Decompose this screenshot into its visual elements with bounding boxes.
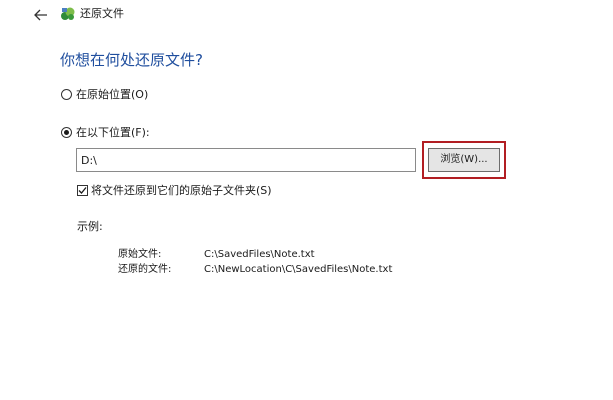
example-row-restored: 还原的文件: C:\NewLocation\C\SavedFiles\Note.… <box>118 263 392 277</box>
example-row-original: 原始文件: C:\SavedFiles\Note.txt <box>118 248 315 262</box>
example-value: C:\NewLocation\C\SavedFiles\Note.txt <box>204 264 393 275</box>
subfolder-checkbox[interactable] <box>77 184 88 196</box>
radio-original-indicator[interactable] <box>61 88 72 100</box>
radio-custom-indicator[interactable] <box>61 126 72 138</box>
example-key: 原始文件: <box>118 249 162 260</box>
radio-custom-location[interactable]: 在以下位置(F): <box>61 124 150 140</box>
back-arrow-icon <box>34 6 48 25</box>
file-history-icon <box>60 6 76 22</box>
example-value: C:\SavedFiles\Note.txt <box>204 249 315 260</box>
example-key: 还原的文件: <box>118 264 172 275</box>
radio-original-label: 在原始位置(O) <box>76 88 149 101</box>
browse-button[interactable]: 浏览(W)... <box>428 148 500 172</box>
example-label: 示例: <box>77 220 103 233</box>
title-bar: 还原文件 <box>0 0 613 32</box>
destination-path-input[interactable] <box>76 148 416 172</box>
subfolder-checkbox-row[interactable]: 将文件还原到它们的原始子文件夹(S) <box>77 182 272 198</box>
radio-original-location[interactable]: 在原始位置(O) <box>61 86 148 102</box>
subfolder-checkbox-label: 将文件还原到它们的原始子文件夹(S) <box>91 184 272 197</box>
restore-files-window: 还原文件 你想在何处还原文件? 在原始位置(O) 在以下位置(F): 浏览(W)… <box>0 0 613 400</box>
back-button[interactable] <box>30 4 52 26</box>
checkmark-icon <box>78 186 87 194</box>
radio-custom-label: 在以下位置(F): <box>76 126 150 139</box>
window-title: 还原文件 <box>80 7 124 20</box>
page-heading: 你想在何处还原文件? <box>60 51 203 69</box>
